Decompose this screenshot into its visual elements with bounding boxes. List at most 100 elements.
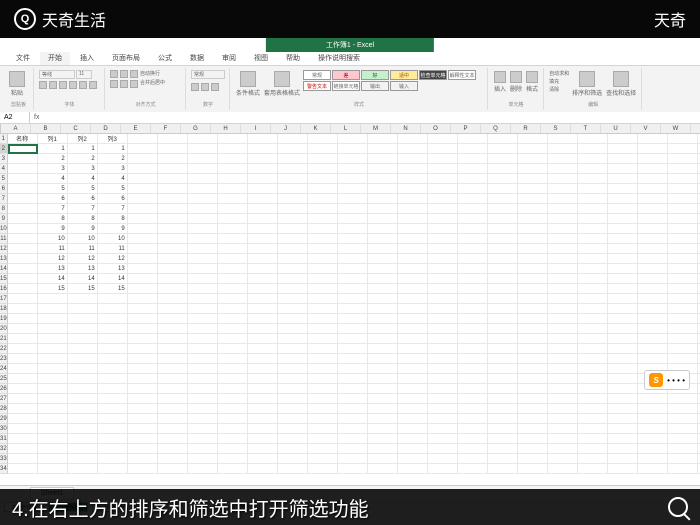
cell[interactable] [518, 274, 548, 284]
cell[interactable] [518, 344, 548, 354]
delete-cells-button[interactable]: 删除 [509, 70, 523, 94]
cell[interactable] [248, 314, 278, 324]
cell[interactable] [128, 184, 158, 194]
cell[interactable] [128, 274, 158, 284]
cell[interactable] [248, 274, 278, 284]
cell[interactable] [188, 154, 218, 164]
cell[interactable] [668, 224, 698, 234]
cell[interactable] [518, 214, 548, 224]
cell[interactable] [68, 384, 98, 394]
worksheet[interactable]: ABCDEFGHIJKLMNOPQRSTUVWXYZ 1234567891011… [0, 124, 700, 485]
cell[interactable] [368, 234, 398, 244]
cell[interactable] [8, 394, 38, 404]
cell[interactable] [488, 464, 518, 474]
cell[interactable] [488, 214, 518, 224]
cell[interactable] [188, 334, 218, 344]
cell[interactable] [38, 454, 68, 464]
cell[interactable] [638, 254, 668, 264]
cell[interactable] [608, 394, 638, 404]
row-header[interactable]: 21 [0, 334, 8, 344]
cell[interactable] [158, 324, 188, 334]
cell[interactable] [668, 144, 698, 154]
row-header[interactable]: 12 [0, 244, 8, 254]
cell[interactable] [98, 464, 128, 474]
cell[interactable] [338, 354, 368, 364]
cell[interactable]: 6 [38, 194, 68, 204]
cell[interactable] [98, 364, 128, 374]
cell[interactable] [398, 234, 428, 244]
cell[interactable] [158, 144, 188, 154]
cell[interactable] [338, 194, 368, 204]
cell[interactable] [638, 404, 668, 414]
cell[interactable] [128, 334, 158, 344]
cell[interactable] [578, 314, 608, 324]
cell[interactable] [548, 244, 578, 254]
cell[interactable] [638, 414, 668, 424]
cell[interactable] [638, 184, 668, 194]
cell[interactable] [428, 334, 458, 344]
cell[interactable] [398, 244, 428, 254]
column-header[interactable]: T [571, 124, 601, 133]
cell[interactable] [68, 304, 98, 314]
cell[interactable] [188, 344, 218, 354]
cell[interactable] [188, 194, 218, 204]
cell[interactable] [248, 454, 278, 464]
cell[interactable] [668, 174, 698, 184]
cell[interactable] [548, 144, 578, 154]
cell[interactable] [398, 284, 428, 294]
cell[interactable] [458, 144, 488, 154]
cell[interactable] [8, 284, 38, 294]
cell[interactable] [428, 324, 458, 334]
cell[interactable] [428, 364, 458, 374]
cell[interactable] [248, 464, 278, 474]
cell[interactable] [188, 404, 218, 414]
cell[interactable] [548, 264, 578, 274]
row-header[interactable]: 10 [0, 224, 8, 234]
cell[interactable] [8, 364, 38, 374]
cell[interactable] [518, 294, 548, 304]
cell[interactable] [578, 394, 608, 404]
cell[interactable] [578, 274, 608, 284]
cell[interactable] [578, 174, 608, 184]
table-format-button[interactable]: 套用表格格式 [263, 70, 301, 98]
cell[interactable] [308, 304, 338, 314]
underline-button[interactable] [59, 81, 67, 89]
cell[interactable]: 列1 [38, 134, 68, 144]
cell[interactable]: 2 [98, 154, 128, 164]
cell[interactable] [638, 434, 668, 444]
column-header[interactable]: Q [481, 124, 511, 133]
column-header[interactable]: L [331, 124, 361, 133]
cell[interactable] [398, 184, 428, 194]
cell[interactable]: 11 [38, 244, 68, 254]
ime-indicator[interactable]: S • • • • [644, 370, 690, 390]
cell[interactable] [548, 234, 578, 244]
cell[interactable] [218, 194, 248, 204]
cell[interactable] [398, 324, 428, 334]
cell[interactable]: 9 [68, 224, 98, 234]
cell[interactable] [8, 144, 38, 154]
cell[interactable] [158, 194, 188, 204]
cell[interactable] [218, 264, 248, 274]
cell[interactable] [548, 224, 578, 234]
cell[interactable] [68, 364, 98, 374]
cell[interactable] [68, 434, 98, 444]
cell[interactable] [188, 264, 218, 274]
style-gallery-item[interactable]: 链接单元格 [332, 81, 360, 91]
row-header[interactable]: 13 [0, 254, 8, 264]
cell[interactable] [38, 334, 68, 344]
cell[interactable] [8, 204, 38, 214]
cell[interactable] [68, 344, 98, 354]
cell[interactable] [308, 274, 338, 284]
cell[interactable] [608, 314, 638, 324]
cell[interactable] [278, 384, 308, 394]
cell[interactable] [68, 424, 98, 434]
cell[interactable] [278, 284, 308, 294]
cell[interactable] [638, 464, 668, 474]
cell[interactable] [278, 134, 308, 144]
cell[interactable] [38, 374, 68, 384]
cell[interactable] [8, 264, 38, 274]
cell[interactable] [368, 334, 398, 344]
cell[interactable]: 13 [38, 264, 68, 274]
cell[interactable] [458, 274, 488, 284]
cell[interactable] [548, 334, 578, 344]
